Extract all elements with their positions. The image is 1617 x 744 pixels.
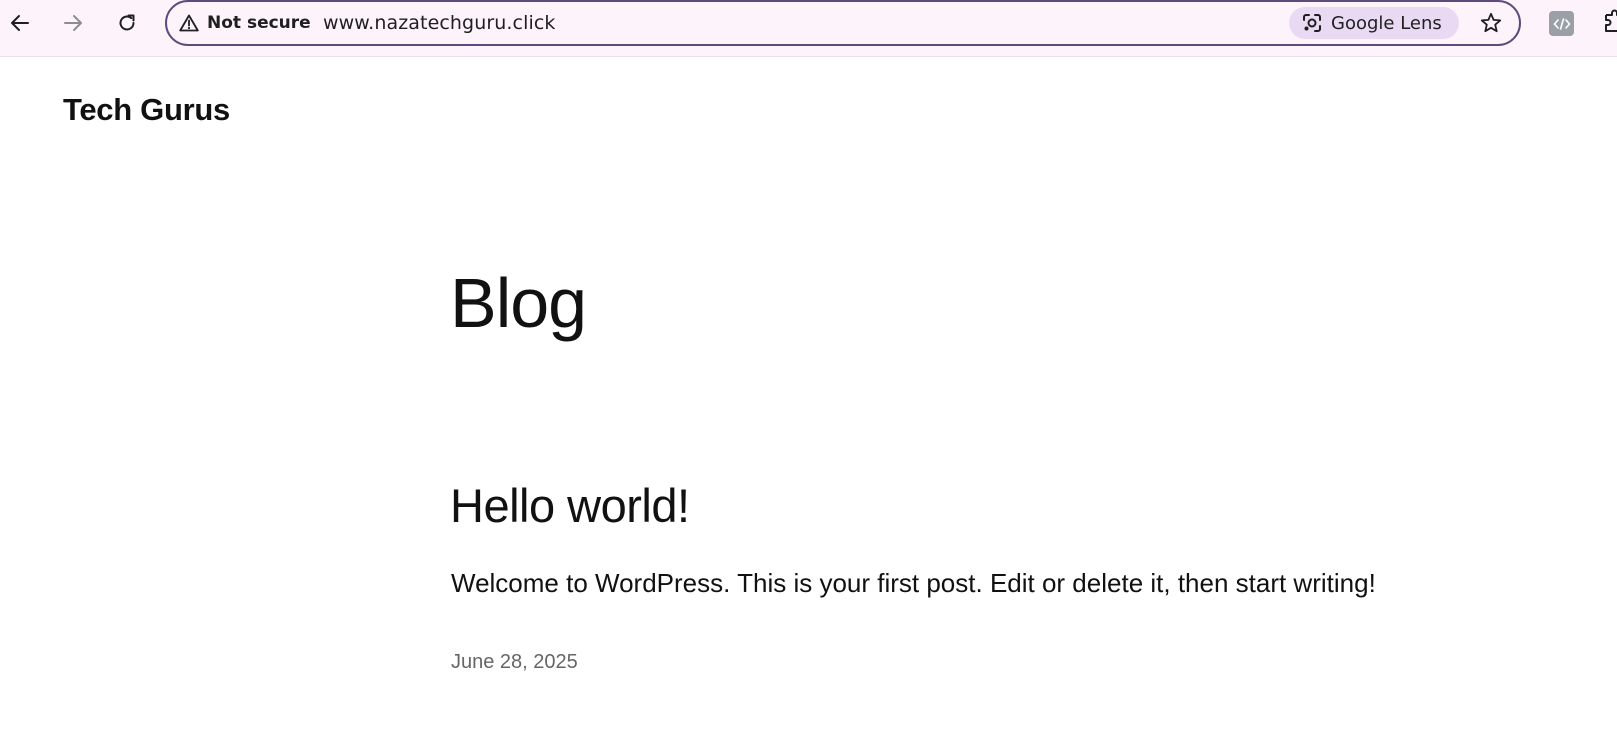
code-extension-icon (1553, 17, 1570, 30)
back-button[interactable] (3, 6, 37, 40)
site-title[interactable]: Tech Gurus (63, 92, 230, 128)
star-icon (1480, 12, 1502, 33)
arrow-right-icon (64, 15, 82, 31)
post-excerpt: Welcome to WordPress. This is your first… (451, 568, 1376, 598)
page-title: Blog (450, 264, 587, 342)
warning-triangle-icon (179, 14, 199, 31)
forward-button[interactable] (56, 6, 90, 40)
security-indicator[interactable]: Not secure (179, 2, 311, 43)
post-date[interactable]: June 28, 2025 (451, 651, 578, 674)
puzzle-icon (1605, 9, 1617, 32)
security-label: Not secure (207, 12, 311, 33)
google-lens-label: Google Lens (1331, 12, 1442, 34)
url-text[interactable]: www.nazatechguru.click (323, 2, 556, 43)
arrow-left-icon (11, 15, 29, 31)
address-bar[interactable]: Not secure www.nazatechguru.click Google… (165, 0, 1521, 46)
camera-lens-icon (1303, 14, 1321, 32)
extensions-menu-button[interactable] (1602, 9, 1617, 37)
google-lens-button[interactable]: Google Lens (1289, 7, 1459, 39)
reload-icon (119, 14, 135, 31)
reload-button[interactable] (110, 6, 144, 40)
code-extension-button[interactable] (1549, 11, 1574, 36)
bookmark-button[interactable] (1474, 6, 1508, 40)
browser-toolbar: Not secure www.nazatechguru.click Google… (0, 0, 1617, 57)
post-title[interactable]: Hello world! (450, 480, 690, 532)
